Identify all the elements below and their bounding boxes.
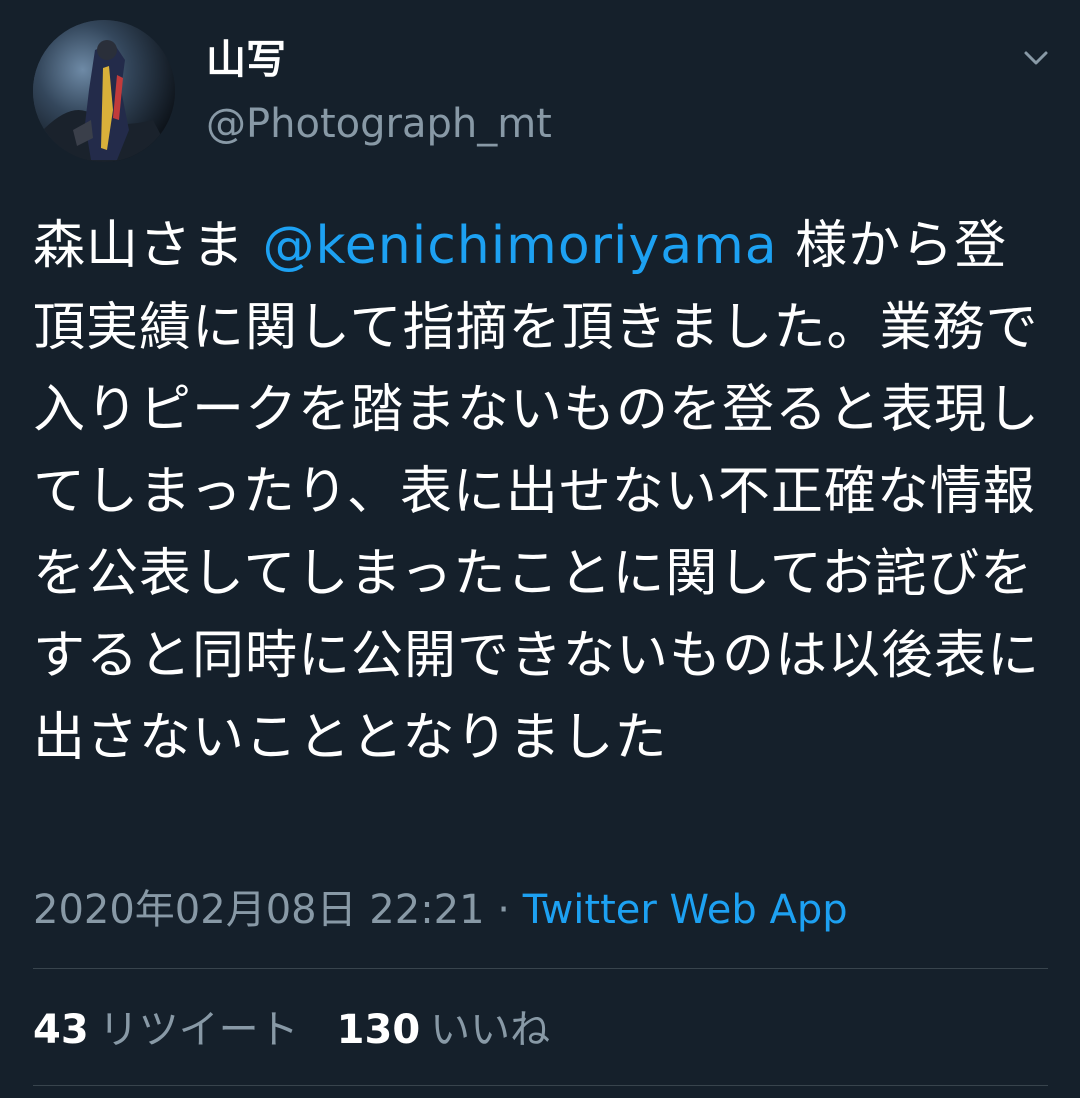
- divider: [33, 1085, 1048, 1086]
- tweet-text: 森山さま @kenichimoriyama 様から登頂実績に関して指摘を頂きまし…: [33, 205, 1053, 779]
- mention-link[interactable]: @kenichimoriyama: [263, 216, 778, 276]
- divider: [33, 968, 1048, 969]
- likes-count: 130: [336, 1007, 421, 1053]
- tweet-timestamp[interactable]: 2020年02月08日 22:21: [33, 887, 485, 933]
- user-avatar[interactable]: [33, 20, 175, 162]
- tweet-text-after: 様から登頂実績に関して指摘を頂きました。業務で入りピークを踏まないものを登ると表…: [33, 216, 1041, 768]
- retweets-count: 43: [33, 1007, 89, 1053]
- display-name[interactable]: 山写: [206, 34, 286, 86]
- avatar-image: [33, 20, 175, 162]
- retweets-stat[interactable]: 43 リツイート: [33, 1007, 299, 1053]
- chevron-down-icon[interactable]: [1016, 38, 1056, 78]
- tweet-text-before: 森山さま: [33, 216, 263, 276]
- likes-stat[interactable]: 130 いいね: [337, 1007, 551, 1053]
- user-handle[interactable]: @Photograph_mt: [206, 98, 552, 150]
- tweet-stats: 43 リツイート 130 いいね: [33, 1004, 550, 1056]
- meta-separator: ·: [484, 887, 523, 933]
- tweet-detail: 山写 @Photograph_mt 森山さま @kenichimoriyama …: [0, 0, 1080, 1098]
- tweet-source-link[interactable]: Twitter Web App: [523, 887, 848, 933]
- retweets-label: リツイート: [98, 1007, 299, 1053]
- tweet-meta: 2020年02月08日 22:21 · Twitter Web App: [33, 884, 848, 936]
- likes-label: いいね: [430, 1007, 551, 1053]
